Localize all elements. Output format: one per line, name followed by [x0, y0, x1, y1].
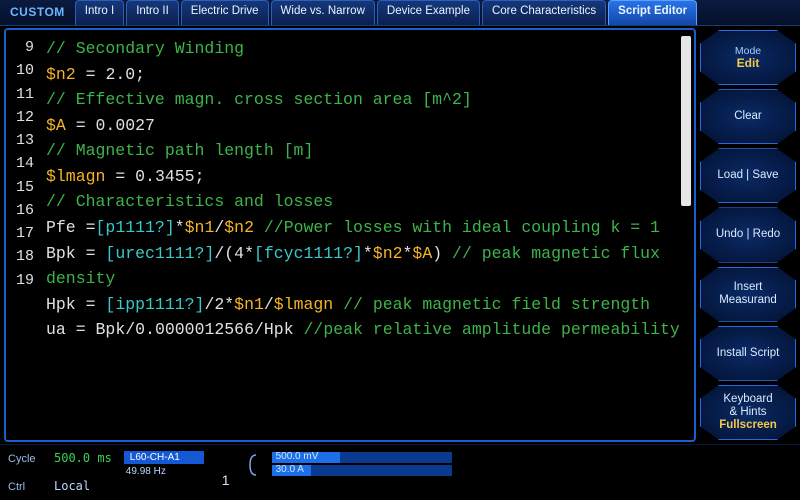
group-index: 1 [222, 472, 230, 488]
cycle-value: 500.0 ms [54, 451, 112, 465]
code-line-14[interactable]: $lmagn = 0.3455; [46, 164, 690, 190]
tab-bar: CUSTOM Intro IIntro IIElectric DriveWide… [0, 0, 800, 26]
editor-scrollbar[interactable] [681, 36, 691, 434]
code-line-18[interactable]: Hpk = [ipp1111?]/2*$n1/$lmagn // peak ma… [46, 292, 690, 318]
tab-device-example[interactable]: Device Example [377, 0, 480, 25]
softkey-6[interactable]: Keyboard& HintsFullscreen [700, 385, 796, 440]
custom-label: CUSTOM [0, 0, 75, 25]
tab-intro-ii[interactable]: Intro II [126, 0, 179, 25]
code-line-16[interactable]: Pfe =[p1111?]*$n1/$n2 //Power losses wit… [46, 215, 690, 241]
script-editor[interactable]: 910111213141516171819 // Secondary Windi… [4, 28, 696, 442]
channel-box: L60-CH-A1 49.98 Hz [124, 451, 204, 477]
tab-wide-vs-narrow[interactable]: Wide vs. Narrow [271, 0, 375, 25]
tab-core-characteristics[interactable]: Core Characteristics [482, 0, 606, 25]
cycle-label: Cycle [8, 453, 48, 465]
code-line-12[interactable]: $A = 0.0027 [46, 113, 690, 139]
range-bar: 500.0 mV [272, 452, 452, 463]
scroll-thumb[interactable] [681, 36, 691, 206]
tab-electric-drive[interactable]: Electric Drive [181, 0, 269, 25]
softkey-5[interactable]: Install Script [700, 326, 796, 381]
softkey-column: ModeEditClearLoad | SaveUndo | RedoInser… [698, 26, 800, 444]
code-area[interactable]: // Secondary Winding$n2 = 2.0;// Effecti… [40, 30, 694, 440]
range-bars: 500.0 mV 30.0 A [272, 452, 452, 476]
range-bar: 30.0 A [272, 465, 452, 476]
tab-script-editor[interactable]: Script Editor [608, 0, 697, 25]
softkey-3[interactable]: Undo | Redo [700, 207, 796, 262]
ctrl-value: Local [54, 479, 90, 493]
code-line-15[interactable]: // Characteristics and losses [46, 189, 690, 215]
channel-name[interactable]: L60-CH-A1 [124, 451, 204, 464]
code-line-17[interactable]: Bpk = [urec1111?]/(4*[fcyc1111?]*$n2*$A)… [46, 241, 690, 292]
status-bar: Cycle 500.0 ms Ctrl Local L60-CH-A1 49.9… [0, 444, 800, 498]
code-line-19[interactable]: ua = Bpk/0.0000012566/Hpk //peak relativ… [46, 317, 690, 343]
softkey-1[interactable]: Clear [700, 89, 796, 144]
line-gutter: 910111213141516171819 [6, 30, 40, 440]
softkey-2[interactable]: Load | Save [700, 148, 796, 203]
tab-intro-i[interactable]: Intro I [75, 0, 124, 25]
code-line-9[interactable]: // Secondary Winding [46, 36, 690, 62]
code-line-10[interactable]: $n2 = 2.0; [46, 62, 690, 88]
ctrl-label: Ctrl [8, 481, 48, 493]
bracket-icon [246, 453, 260, 477]
channel-freq: 49.98 Hz [124, 466, 204, 477]
softkey-4[interactable]: Insert Measurand [700, 267, 796, 322]
softkey-0[interactable]: ModeEdit [700, 30, 796, 85]
code-line-11[interactable]: // Effective magn. cross section area [m… [46, 87, 690, 113]
code-line-13[interactable]: // Magnetic path length [m] [46, 138, 690, 164]
